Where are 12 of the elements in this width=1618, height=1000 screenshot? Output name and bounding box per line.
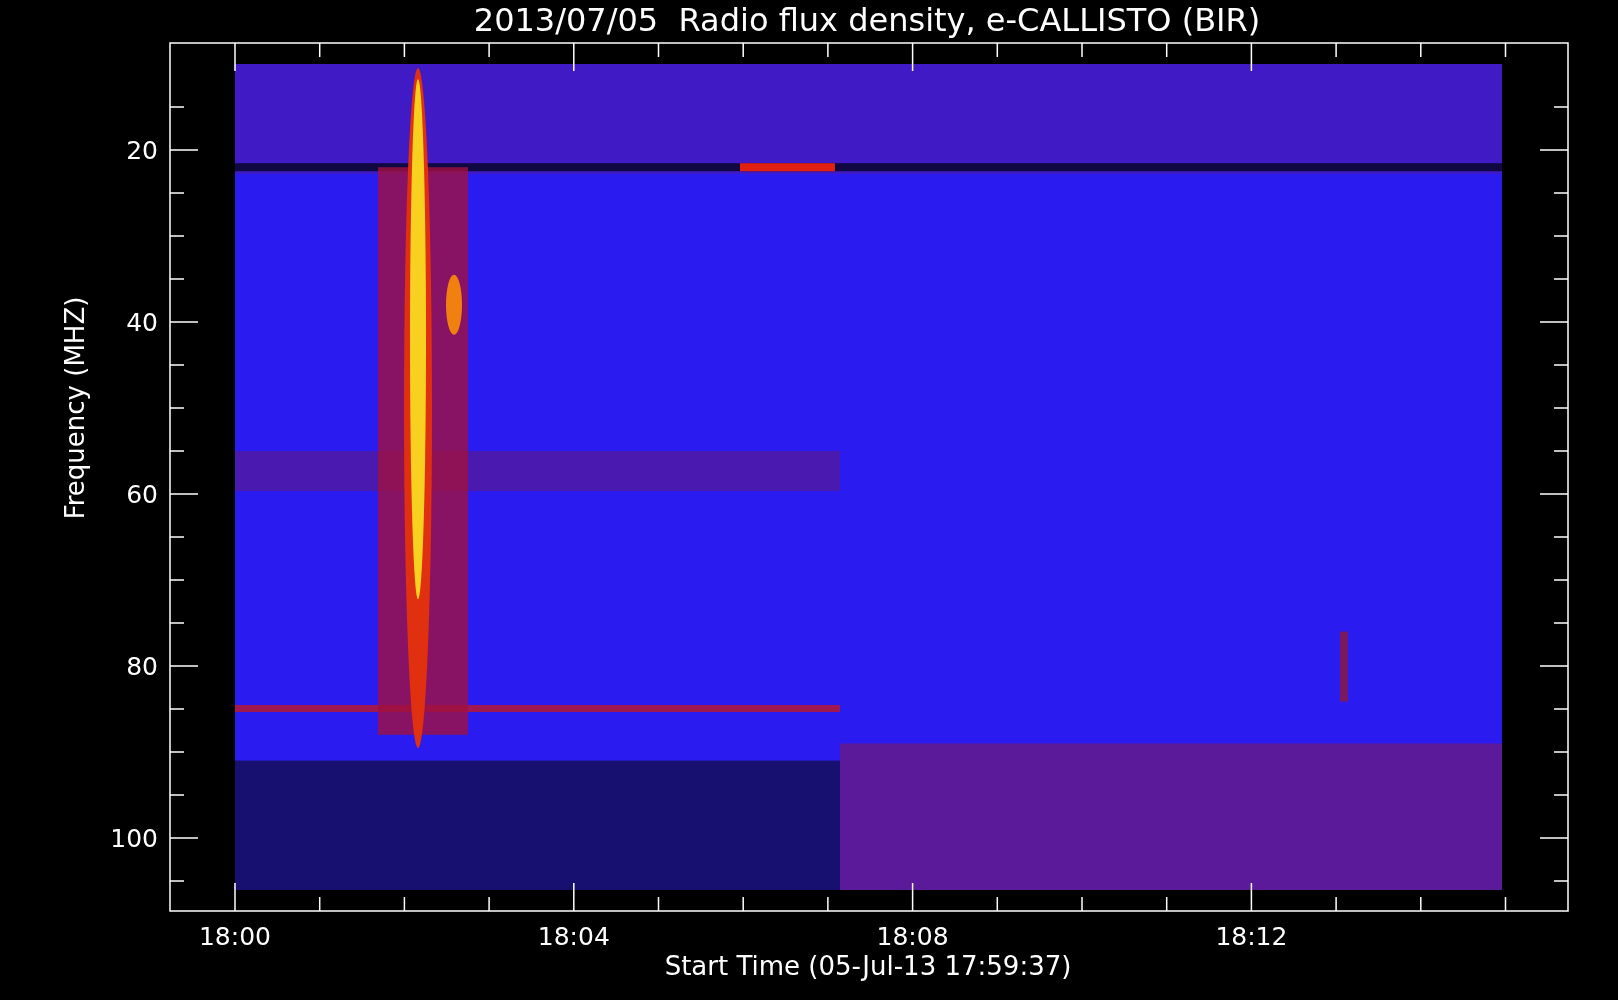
plot-title: 2013/07/05 Radio flux density, e-CALLISTO (BIR) — [473, 1, 1261, 39]
axis-label: Start Time (05-Jul-13 17:59:37) — [664, 951, 1072, 981]
axis-label: Frequency (MHZ) — [60, 296, 90, 520]
tick-label: 18:12 — [1215, 922, 1288, 951]
tick-label: 18:00 — [199, 922, 271, 951]
tick-label: 18:04 — [537, 922, 610, 951]
tick-label: 40 — [126, 308, 158, 337]
tick-label: 100 — [110, 824, 158, 853]
tick-label: 18:08 — [876, 922, 949, 951]
tick-label: 80 — [126, 652, 158, 681]
tick-label: 60 — [126, 480, 158, 509]
tick-label: 20 — [126, 136, 158, 165]
